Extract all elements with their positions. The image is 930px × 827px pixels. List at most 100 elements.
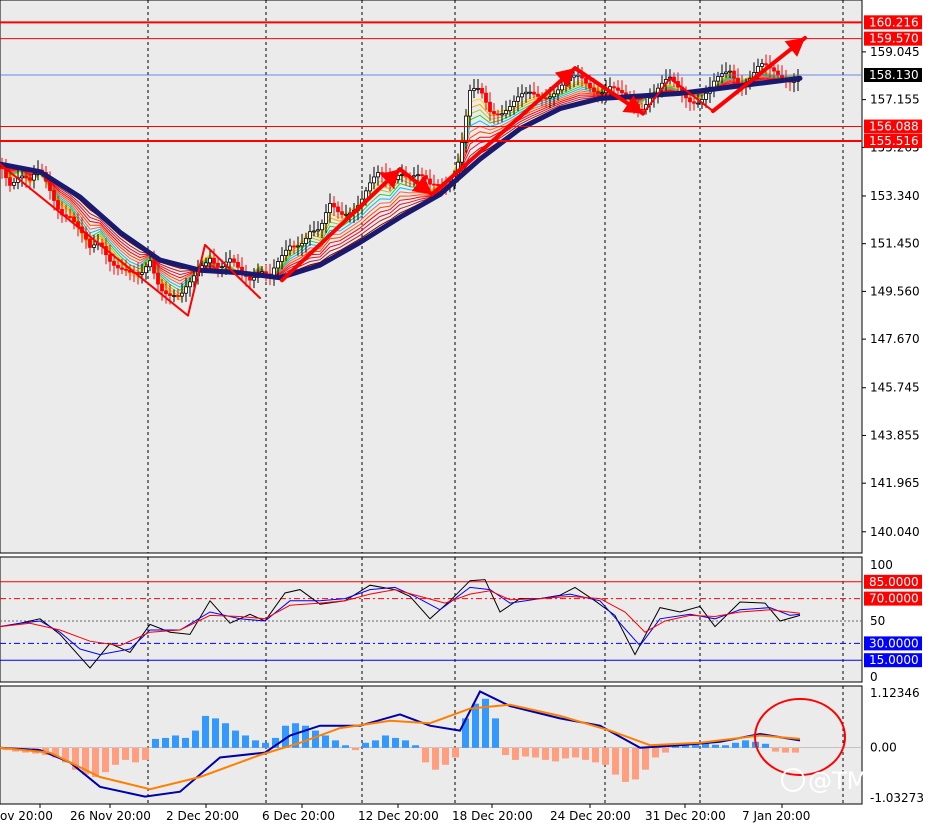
histogram-bar [522, 747, 529, 757]
candle-body [176, 295, 180, 297]
candle-body [612, 86, 616, 89]
candle-body [48, 180, 52, 191]
histogram-bar [162, 737, 169, 748]
macd-tick-label: 0.00 [870, 741, 897, 755]
candle-body [692, 101, 696, 104]
candle-body [420, 174, 424, 177]
histogram-bar [202, 715, 209, 748]
candle-body [124, 268, 128, 271]
candle-body [8, 177, 12, 186]
candle-body [216, 262, 220, 268]
watermark-text: @TMGM [808, 767, 907, 795]
candle-body [416, 174, 420, 177]
candle-body [764, 63, 768, 66]
candle-body [20, 175, 24, 179]
histogram-bar [172, 735, 179, 748]
candle-body [248, 276, 252, 281]
price-tick-label: 145.745 [870, 381, 920, 395]
candle-body [596, 91, 600, 94]
histogram-bar [142, 747, 149, 760]
candle-body [460, 142, 464, 163]
candle-body [296, 245, 300, 248]
price-tick-label: 140.040 [870, 525, 920, 539]
candle-body [688, 97, 692, 103]
stochastic-level-label-text: 85.0000 [869, 575, 919, 589]
candle-body [560, 84, 564, 91]
price-tick-label: 141.965 [870, 476, 920, 490]
candle-body [372, 176, 376, 184]
histogram-bar [112, 747, 119, 765]
histogram-bar [532, 747, 539, 758]
candle-body [400, 174, 404, 176]
candle-body [512, 100, 516, 107]
histogram-bar [222, 723, 229, 748]
candle-body [572, 74, 576, 78]
histogram-bar [542, 747, 549, 760]
macd-tick-label: 1.12346 [870, 686, 920, 700]
trading-chart[interactable]: 159.045157.155155.265153.340151.450149.5… [0, 0, 930, 827]
candle-body [120, 267, 124, 270]
candle-body [728, 70, 732, 73]
candle-body [316, 229, 320, 232]
histogram-bar [612, 747, 619, 775]
candle-body [584, 77, 588, 84]
candle-body [552, 93, 556, 98]
price-tick-label: 159.045 [870, 45, 920, 59]
histogram-bar [422, 747, 429, 763]
histogram-bar [332, 740, 339, 748]
histogram-bar [182, 737, 189, 748]
candle-body [776, 70, 780, 76]
candle-body [184, 286, 188, 294]
time-tick-label: 24 Dec 20:00 [550, 809, 631, 823]
candle-body [524, 91, 528, 95]
candle-body [340, 211, 344, 215]
candle-body [496, 113, 500, 116]
candle-body [320, 223, 324, 231]
candle-body [516, 96, 520, 102]
histogram-bar [342, 745, 349, 748]
candle-body [464, 115, 468, 143]
candle-body [328, 203, 332, 214]
candle-body [288, 245, 292, 251]
candle-body [544, 97, 548, 100]
histogram-bar [502, 747, 509, 756]
histogram-bar [572, 747, 579, 758]
candle-body [56, 200, 60, 210]
candle-body [24, 175, 28, 179]
histogram-bar [192, 730, 199, 748]
candle-body [472, 88, 476, 91]
candle-body [180, 292, 184, 297]
candle-body [756, 66, 760, 73]
candle-body [232, 258, 236, 263]
candle-body [284, 249, 288, 256]
current-price-label-text: 158.130 [869, 68, 919, 82]
time-tick-label: ov 20:00 [0, 809, 53, 823]
histogram-bar [242, 735, 249, 748]
price-tick-label: 157.155 [870, 93, 920, 107]
candle-body [508, 106, 512, 112]
price-tick-label: 143.855 [870, 428, 920, 442]
candle-body [148, 260, 152, 268]
histogram-bar [632, 747, 639, 780]
candle-body [152, 260, 156, 274]
candle-body [500, 113, 504, 116]
candle-body [432, 183, 436, 186]
histogram-bar [472, 703, 479, 748]
histogram-bar [362, 742, 369, 748]
candle-body [300, 243, 304, 247]
candle-body [116, 264, 120, 269]
stochastic-tick-label: 50 [870, 614, 885, 628]
histogram-bar [232, 730, 239, 748]
candle-body [164, 290, 168, 295]
histogram-bar [212, 718, 219, 748]
candle-body [712, 80, 716, 88]
histogram-bar [492, 718, 499, 748]
stochastic-tick-label: 0 [870, 670, 878, 684]
candle-body [412, 175, 416, 178]
candle-body [192, 275, 196, 283]
stochastic-panel[interactable] [0, 556, 863, 683]
candle-body [476, 87, 480, 90]
candle-body [168, 293, 172, 297]
histogram-bar [592, 747, 599, 763]
time-tick-label: 31 Dec 20:00 [645, 809, 726, 823]
